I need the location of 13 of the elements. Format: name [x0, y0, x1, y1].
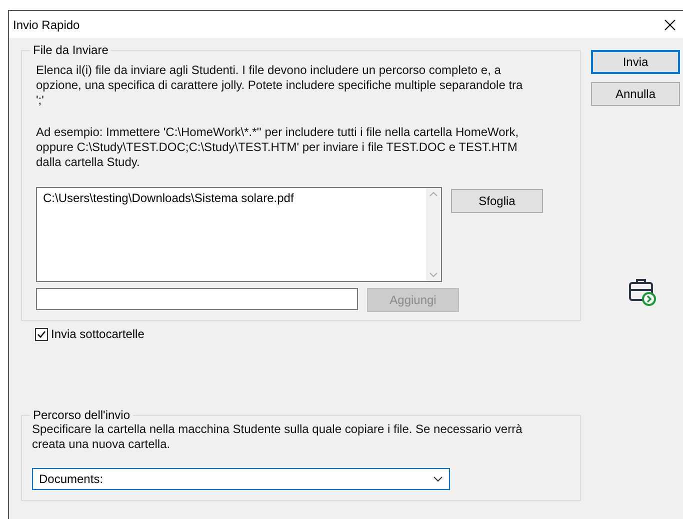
file-list[interactable]: C:\Users\testing\Downloads\Sistema solare.pdf [36, 187, 442, 282]
example-text: Ad esempio: Immettere 'C:\HomeWork\*.*'' per includere tutti i file nella cartella HomeWork, oppure C:\Study\TEST.DOC;C:\Study\TEST.HTM' per inviare i file TEST.DOC e TEST.HTM dalla cartella Study. [36, 125, 520, 170]
destination-description: Specificare la cartella nella macchina Studente sulla quale copiare i file. Se necessario verrà creata una nuova cartella. [32, 422, 524, 452]
browse-button[interactable]: Sfoglia [451, 189, 543, 213]
window-title: Invio Rapido [13, 18, 80, 32]
group-title: Percorso dell'invio [30, 408, 134, 422]
dialog-button[interactable]: Annulla [591, 82, 680, 106]
instructions-text: Elenca il(i) file da inviare agli Studenti. I file devono includere un percorso completo e, a opzione, una specifica di carattere jolly. Potete includere specifiche multiple separandole tra ';' [36, 63, 524, 108]
file-list-item[interactable]: C:\Users\testing\Downloads\Sistema solare.pdf [43, 191, 420, 205]
checkbox-label[interactable]: Invia sottocartelle [51, 327, 144, 341]
group-title: File da Inviare [30, 43, 112, 57]
dialog-button[interactable]: Invia [591, 50, 680, 74]
destination-combo-box[interactable]: Documents: [32, 468, 450, 490]
